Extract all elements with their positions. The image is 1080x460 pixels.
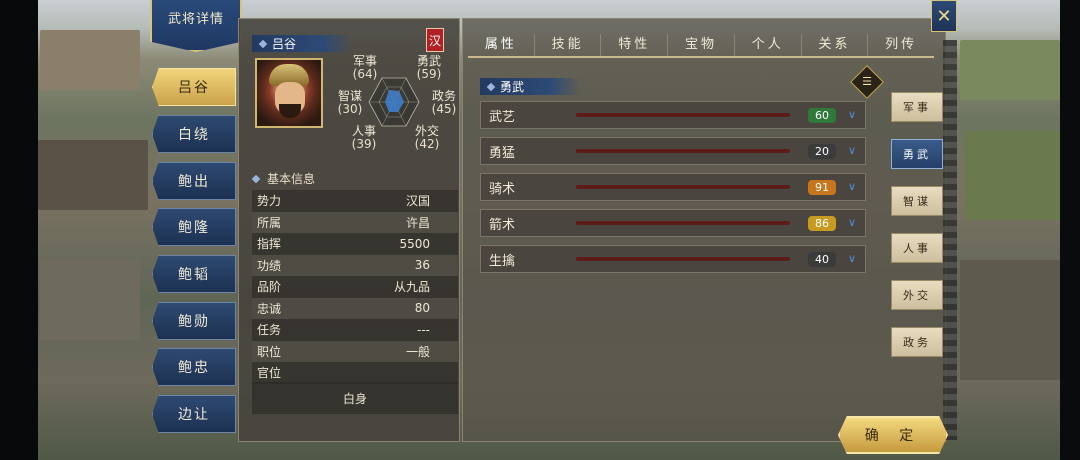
tab-relations[interactable]: 关系 [802, 34, 869, 56]
stat-personnel: 人事 (39) [351, 124, 377, 151]
stat-diplomacy: 外交 (42) [414, 124, 440, 151]
attribute-value-badge: 40 [808, 251, 836, 267]
detail-tabs: 属性 技能 特性 宝物 个人 关系 列传 [468, 34, 934, 58]
info-row: 品阶 从九品 [252, 276, 458, 298]
confirm-button[interactable]: 确 定 [838, 416, 948, 454]
chevron-down-icon[interactable]: ∨ [848, 109, 860, 121]
diamond-icon [251, 174, 261, 183]
general-name: 吕谷 [272, 37, 297, 51]
side-tab-intellect[interactable]: 智谋 [891, 186, 943, 216]
list-icon: ☰ [862, 75, 872, 88]
stat-radar-chart [368, 77, 420, 127]
attribute-bar [576, 149, 790, 153]
info-row: 职位 一般 [252, 340, 458, 362]
attribute-row: 武艺 60 ∨ [480, 101, 866, 129]
attribute-value-badge: 20 [808, 143, 836, 159]
attribute-bar [576, 221, 790, 225]
info-row: 官位 [252, 362, 458, 384]
side-tab-bravery[interactable]: 勇武 [891, 139, 943, 169]
stat-politics: 政务 (45) [431, 89, 457, 116]
tab-skills[interactable]: 技能 [535, 34, 602, 56]
info-row: 势力 汉国 [252, 190, 458, 212]
tab-biography[interactable]: 列传 [868, 34, 934, 56]
general-portrait [255, 58, 323, 128]
side-tab-diplomacy[interactable]: 外交 [891, 280, 943, 310]
tab-personal[interactable]: 个人 [735, 34, 802, 56]
general-tab-baochu[interactable]: 鲍出 [152, 162, 236, 200]
attribute-row: 箭术 86 ∨ [480, 209, 866, 237]
stat-intellect: 智谋 (30) [337, 89, 363, 116]
close-icon: ✕ [936, 5, 952, 27]
general-tab-baoxun[interactable]: 鲍勋 [152, 302, 236, 340]
tab-traits[interactable]: 特性 [601, 34, 669, 56]
attribute-bar [576, 113, 790, 117]
info-row: 所属 许昌 [252, 211, 458, 233]
tab-attributes[interactable]: 属性 [468, 34, 535, 56]
general-tab-baotao[interactable]: 鲍韬 [152, 255, 236, 293]
attribute-bar [576, 257, 790, 261]
attribute-value-badge: 91 [808, 179, 836, 195]
attribute-value-badge: 60 [808, 107, 836, 123]
tab-treasures[interactable]: 宝物 [668, 34, 735, 56]
faction-flag: 汉 [426, 28, 444, 52]
attribute-row: 骑术 91 ∨ [480, 173, 866, 201]
general-tab-bairao[interactable]: 白绕 [152, 115, 236, 153]
info-row: 功绩 36 [252, 254, 458, 276]
diamond-icon [258, 39, 268, 48]
info-row: 忠诚 80 [252, 297, 458, 319]
attribute-value-badge: 86 [808, 215, 836, 231]
attribute-bar [576, 185, 790, 189]
chevron-down-icon[interactable]: ∨ [848, 217, 860, 229]
chevron-down-icon[interactable]: ∨ [848, 145, 860, 157]
basic-info-table: 势力 汉国 所属 许昌 指挥 5500 功绩 36 品阶 从九品 忠诚 80 任务 --- 职… [252, 190, 458, 384]
chevron-down-icon[interactable]: ∨ [848, 181, 860, 193]
basic-info-header: 基本信息 [251, 170, 315, 187]
chevron-down-icon[interactable]: ∨ [848, 253, 860, 265]
rank-status: 白身 [252, 382, 458, 414]
side-tab-personnel[interactable]: 人事 [891, 233, 943, 263]
info-row: 指挥 5500 [252, 233, 458, 255]
attribute-row: 勇猛 20 ∨ [480, 137, 866, 165]
general-tab-bianrang[interactable]: 边让 [152, 395, 236, 433]
general-tab-lvgu[interactable]: 吕谷 [152, 68, 236, 106]
diamond-icon [486, 82, 496, 91]
side-tab-politics[interactable]: 政务 [891, 327, 943, 357]
general-tab-baozhong[interactable]: 鲍忠 [152, 348, 236, 386]
screen-edge-left [0, 0, 38, 460]
section-header: 勇武 [480, 78, 580, 95]
page-title: 武将详情 [167, 12, 224, 27]
info-row: 任务 --- [252, 319, 458, 341]
close-button[interactable]: ✕ [931, 0, 957, 32]
decorative-chain [943, 40, 957, 440]
attribute-row: 生擒 40 ∨ [480, 245, 866, 273]
screen-edge-right [1060, 0, 1080, 460]
general-name-bar: 吕谷 [252, 35, 352, 52]
general-tab-baolong[interactable]: 鲍隆 [152, 208, 236, 246]
side-tab-military[interactable]: 军事 [891, 92, 943, 122]
